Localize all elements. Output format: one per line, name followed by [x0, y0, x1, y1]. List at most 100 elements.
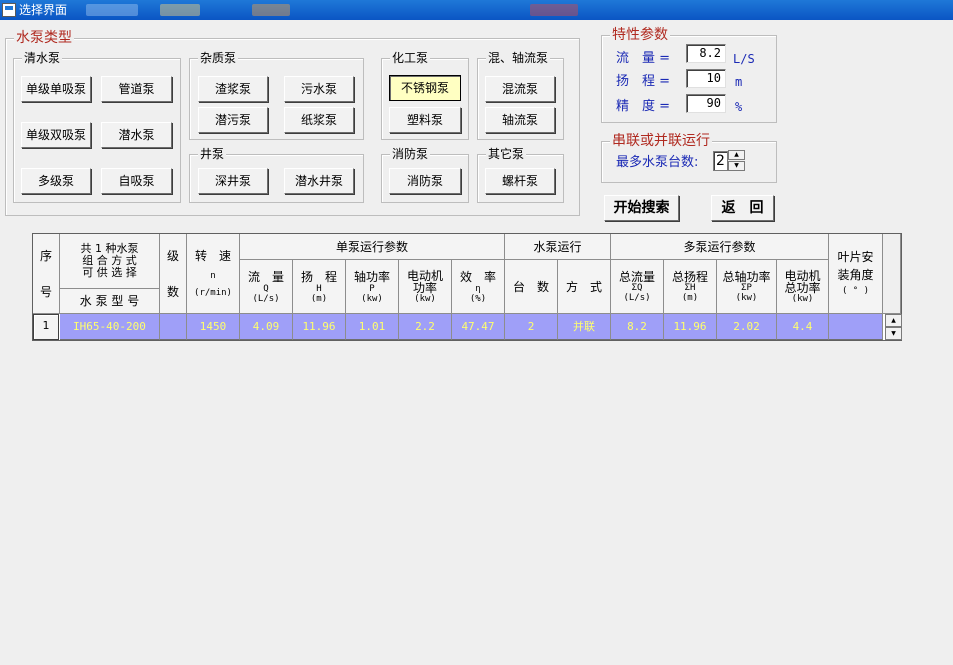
header-multi-pump-params: 多泵运行参数	[611, 234, 829, 260]
header-total-flow: 总流量 ΣQ (L/s)	[611, 260, 664, 314]
submersible-sewage-pump-button[interactable]: 潜污泵	[198, 107, 268, 133]
chemical-pump-caption: 化工泵	[390, 51, 431, 65]
cell-efficiency[interactable]: 47.47	[452, 314, 505, 340]
multistage-pump-button[interactable]: 多级泵	[21, 168, 91, 194]
header-total-shaft-power-unit: (kw)	[735, 292, 758, 303]
well-pump-caption: 井泵	[198, 147, 227, 161]
pump-type-caption: 水泵类型	[14, 29, 74, 47]
precision-input[interactable]: 90	[686, 94, 726, 113]
header-stage-line: 级	[166, 248, 179, 263]
header-shaft-power-symbol: P	[369, 283, 375, 294]
submersible-pump-button[interactable]: 潜水泵	[101, 122, 172, 148]
header-total-motor-power-label: 电动机	[784, 268, 821, 283]
header-stage-line: 数	[166, 284, 179, 299]
header-total-motor-power-label: 总功率	[784, 280, 821, 295]
header-shaft-power-label: 轴功率	[353, 269, 390, 284]
cell-head[interactable]: 11.96	[293, 314, 346, 340]
single-stage-double-suction-button[interactable]: 单级双吸泵	[21, 122, 91, 148]
flow-label: 流 量 =	[616, 51, 671, 66]
header-total-flow-symbol: ΣQ	[631, 282, 643, 293]
blurred-taskbar-shape	[160, 4, 200, 16]
slurry-pump-button[interactable]: 渣浆泵	[198, 76, 268, 102]
cell-flow[interactable]: 4.09	[240, 314, 293, 340]
series-parallel-caption: 串联或并联运行	[610, 132, 712, 150]
header-total-flow-unit: (L/s)	[623, 292, 651, 303]
pipeline-pump-button[interactable]: 管道泵	[101, 76, 172, 102]
cell-total-head[interactable]: 11.96	[664, 314, 717, 340]
header-speed-line: 转 速	[194, 248, 231, 263]
header-motor-power-label: 功率	[412, 280, 437, 295]
header-blank	[883, 234, 901, 314]
self-priming-pump-button[interactable]: 自吸泵	[101, 168, 172, 194]
header-efficiency-label: 效 率	[459, 269, 496, 284]
cell-shaft-power[interactable]: 1.01	[346, 314, 399, 340]
header-total-head-label: 总扬程	[671, 269, 708, 284]
header-total-shaft-power-label: 总轴功率	[722, 269, 771, 284]
header-head-symbol: H	[316, 283, 322, 294]
header-flow-label: 流 量	[247, 269, 284, 284]
cell-run-mode[interactable]: 并联	[558, 314, 611, 340]
header-shaft-power: 轴功率 P (kw)	[346, 260, 399, 314]
header-flow-unit: (L/s)	[252, 293, 280, 304]
start-search-button[interactable]: 开始搜索	[604, 195, 679, 221]
header-shaft-power-unit: (kw)	[361, 293, 383, 304]
header-blade-unit: ( ° )	[841, 286, 870, 296]
header-efficiency: 效 率 η (%)	[452, 260, 505, 314]
header-combination: 共 1 种水泵 组 合 方 式 可 供 选 择	[60, 234, 160, 289]
spin-down-button[interactable]: ▼	[728, 161, 745, 171]
blurred-taskbar-shape	[86, 4, 138, 16]
mixed-flow-pump-button[interactable]: 混流泵	[485, 76, 555, 102]
title-bar: 选择界面	[0, 0, 953, 20]
cell-total-flow[interactable]: 8.2	[611, 314, 664, 340]
flow-input[interactable]: 8.2	[686, 44, 726, 63]
row-index-cell[interactable]: 1	[33, 314, 59, 340]
cell-total-motor-power[interactable]: 4.4	[777, 314, 829, 340]
cell-speed[interactable]: 1450	[187, 314, 240, 340]
head-label: 扬 程 =	[616, 74, 671, 89]
characteristics-caption: 特性参数	[610, 26, 670, 44]
pulp-pump-button[interactable]: 纸浆泵	[284, 107, 354, 133]
max-pump-count-input[interactable]: 2	[713, 151, 728, 171]
header-speed-unit: (r/min)	[194, 287, 232, 298]
header-blade-angle: 叶片安 装角度 ( ° )	[829, 234, 883, 314]
cell-stage[interactable]	[160, 314, 187, 340]
header-run-mode: 方 式	[558, 260, 611, 314]
single-stage-single-suction-button[interactable]: 单级单吸泵	[21, 76, 91, 102]
back-button[interactable]: 返 回	[711, 195, 774, 221]
header-index: 序 号	[33, 234, 60, 314]
header-index-line: 号	[39, 284, 52, 299]
fire-pump-caption: 消防泵	[390, 147, 431, 161]
spin-up-button[interactable]: ▲	[728, 150, 745, 160]
header-pump-model: 水 泵 型 号	[60, 289, 160, 314]
head-unit: m	[735, 75, 743, 89]
sewage-pump-button[interactable]: 污水泵	[284, 76, 354, 102]
blurred-taskbar-shape	[530, 4, 578, 16]
max-pump-count-label: 最多水泵台数:	[616, 155, 699, 170]
impurity-pump-caption: 杂质泵	[198, 51, 239, 65]
deep-well-pump-button[interactable]: 深井泵	[198, 168, 268, 194]
stainless-steel-pump-button[interactable]: 不锈钢泵	[389, 75, 461, 101]
header-index-line: 序	[39, 248, 52, 263]
cell-blade-angle[interactable]	[829, 314, 883, 340]
header-combination-line: 可 供 选 择	[82, 266, 137, 279]
cell-pump-model[interactable]: IH65-40-200	[60, 314, 160, 340]
header-total-head-unit: (m)	[681, 292, 699, 303]
scroll-down-arrow-icon[interactable]: ▼	[885, 327, 902, 340]
header-head-label: 扬 程	[300, 269, 337, 284]
fire-pump-button[interactable]: 消防泵	[389, 168, 461, 194]
screw-pump-button[interactable]: 螺杆泵	[485, 168, 555, 194]
cell-total-shaft-power[interactable]: 2.02	[717, 314, 777, 340]
header-motor-power-unit: (kw)	[414, 293, 436, 304]
header-efficiency-unit: (%)	[469, 293, 487, 304]
submersible-well-pump-button[interactable]: 潜水井泵	[284, 168, 354, 194]
header-speed-symbol: n	[210, 270, 216, 281]
plastic-pump-button[interactable]: 塑料泵	[389, 107, 461, 133]
axial-flow-pump-button[interactable]: 轴流泵	[485, 107, 555, 133]
header-flow: 流 量 Q (L/s)	[240, 260, 293, 314]
scroll-up-arrow-icon[interactable]: ▲	[885, 314, 902, 327]
header-stage: 级 数	[160, 234, 187, 314]
window-title: 选择界面	[19, 3, 68, 17]
cell-motor-power[interactable]: 2.2	[399, 314, 452, 340]
head-input[interactable]: 10	[686, 69, 726, 88]
cell-pump-count[interactable]: 2	[505, 314, 558, 340]
